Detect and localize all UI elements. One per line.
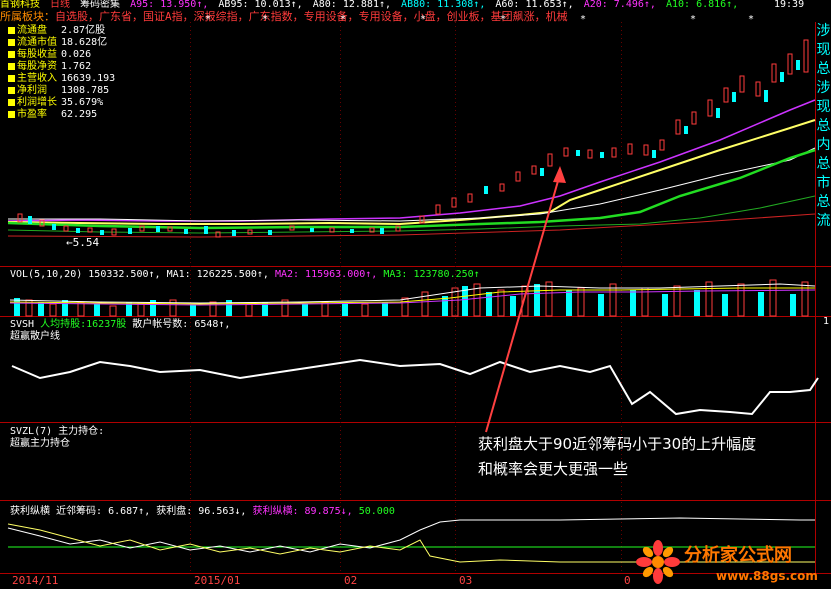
- svg-text:*: *: [748, 14, 754, 25]
- svzl-name[interactable]: SVZL(7): [10, 426, 52, 437]
- volume-bars: [9, 279, 816, 317]
- svsh-name[interactable]: SVSH: [10, 319, 34, 330]
- date-tick: 02: [344, 574, 358, 587]
- svsh-retail-line: [11, 358, 819, 416]
- profit-level: 50.000: [358, 506, 395, 517]
- candlesticks: [17, 39, 809, 238]
- vol-ma2: MA2: 115963.000↑,: [274, 269, 378, 280]
- svg-text:*: *: [205, 14, 211, 25]
- svg-text:*: *: [690, 14, 696, 25]
- profit-header: 获利纵横 近邻筹码: 6.687↑, 获利盘: 96.563↓, 获利纵横: 8…: [10, 506, 395, 518]
- watermark-title: 分析家公式网: [684, 545, 792, 566]
- svg-text:*: *: [500, 14, 506, 25]
- right-tab[interactable]: 总: [816, 117, 831, 136]
- flower-logo-icon: [636, 540, 680, 584]
- vol-ma3: MA3: 123780.250↑: [383, 269, 480, 280]
- svg-text:*: *: [580, 14, 586, 25]
- watermark: 分析家公式网 www.88gs.com: [626, 535, 831, 589]
- vol-name[interactable]: VOL(5,10,20): [10, 269, 82, 280]
- svsh-header: SVSH 人均持股:16237股 散户帐号数: 6548↑,: [10, 319, 230, 331]
- svg-text:*: *: [420, 14, 426, 25]
- annotation-line: 和概率会更大更强一些: [478, 460, 629, 478]
- moving-average-lines: [7, 99, 816, 238]
- svzl-sub-label: 超赢主力持仓: [10, 438, 70, 449]
- right-tab[interactable]: 总: [816, 193, 831, 212]
- annotation-text: 获利盘大于90近邻筹码小于30的上升幅度 和概率会更大更强一些: [478, 432, 818, 482]
- right-tab[interactable]: 内: [816, 136, 831, 155]
- date-tick: 2015/01: [194, 574, 241, 587]
- right-tab[interactable]: 涉: [816, 22, 831, 41]
- annotation-line: 获利盘大于90近邻筹码小于30的上升幅度: [478, 435, 757, 453]
- vol-ma1: MA1: 126225.500↑,: [166, 269, 269, 280]
- svg-text:*: *: [340, 14, 346, 25]
- right-tab[interactable]: 现: [816, 98, 831, 117]
- price-low-marker: ←5.54: [66, 236, 100, 249]
- svg-text:*: *: [262, 14, 268, 25]
- profit-near: 近邻筹码: 6.687↑,: [56, 506, 151, 517]
- profit-cross: 获利纵横: 89.875↓,: [252, 506, 353, 517]
- chart-canvas[interactable]: * * * * * * * *: [0, 0, 831, 589]
- date-tick: 2014/11: [12, 574, 59, 587]
- right-tab[interactable]: 现: [816, 41, 831, 60]
- svzl-header: SVZL(7) 主力持仓:: [10, 426, 104, 438]
- svsh-holder: 人均持股:16237股: [40, 319, 127, 330]
- watermark-url: www.88gs.com: [716, 569, 818, 583]
- date-tick: 03: [459, 574, 473, 587]
- right-tab[interactable]: 总: [816, 60, 831, 79]
- svsh-sub-label: 超赢散户线: [10, 331, 60, 342]
- right-tab[interactable]: 市: [816, 174, 831, 193]
- right-tab[interactable]: 流: [816, 212, 831, 231]
- right-tab[interactable]: 涉: [816, 79, 831, 98]
- vol-header: VOL(5,10,20) 150332.500↑, MA1: 126225.50…: [10, 269, 480, 281]
- vol-right-tick: 1: [823, 316, 830, 327]
- profit-name[interactable]: 获利纵横: [10, 506, 50, 517]
- right-side-tabs[interactable]: 涉 现 总 涉 现 总 内 总 市 总 流: [816, 22, 831, 231]
- right-tab[interactable]: 总: [816, 155, 831, 174]
- svzl-main: 主力持仓:: [58, 426, 105, 437]
- svsh-accounts: 散户帐号数: 6548↑,: [132, 319, 231, 330]
- chip-markers: * * * * * * * *: [205, 14, 754, 25]
- profit-profit: 获利盘: 96.563↓,: [156, 506, 247, 517]
- vol-value: 150332.500↑,: [88, 269, 161, 280]
